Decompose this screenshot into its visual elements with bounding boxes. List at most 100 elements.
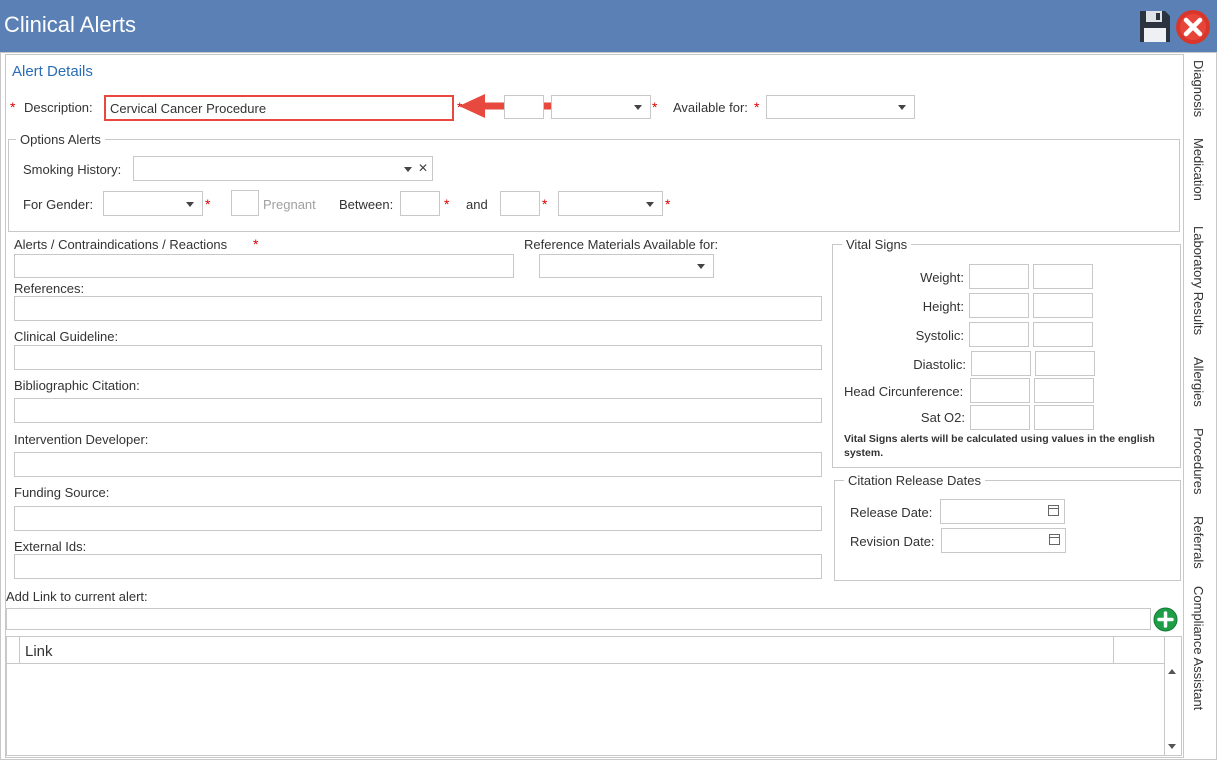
bibliographic-citation-label: Bibliographic Citation: (14, 378, 140, 393)
systolic-label: Systolic: (915, 328, 964, 343)
vital-signs-note: Vital Signs alerts will be calculated us… (844, 433, 1155, 459)
chevron-down-icon (404, 167, 412, 172)
options-alerts-legend: Options Alerts (16, 132, 105, 147)
systolic-max-input[interactable] (1033, 322, 1093, 347)
clinical-guideline-input[interactable] (14, 345, 822, 370)
and-label: and (466, 197, 488, 212)
options-alerts-group (8, 139, 1180, 232)
head-circumference-max-input[interactable] (1034, 378, 1094, 403)
tab-referrals[interactable]: Referrals (1183, 516, 1215, 576)
revision-date-input[interactable] (941, 528, 1066, 553)
reference-materials-label: Reference Materials Available for: (524, 237, 719, 252)
weight-label: Weight: (920, 270, 964, 285)
save-icon[interactable] (1138, 9, 1172, 44)
sat-o2-label: Sat O2: (920, 410, 965, 425)
link-input[interactable] (6, 608, 1151, 630)
required-marker: * (10, 99, 16, 115)
tab-allergies[interactable]: Allergies (1183, 357, 1215, 417)
unit-input[interactable] (504, 95, 544, 119)
required-marker: * (754, 99, 760, 115)
tab-compliance-assistant[interactable]: Compliance Assistant (1183, 586, 1215, 726)
grid-divider (1113, 637, 1114, 663)
release-date-label: Release Date: (850, 505, 933, 520)
alerts-label: Alerts / Contraindications / Reactions (14, 237, 228, 252)
grid-divider (1164, 637, 1165, 755)
diastolic-min-input[interactable] (971, 351, 1031, 376)
external-ids-input[interactable] (14, 554, 822, 579)
link-column-header[interactable]: Link (25, 643, 53, 660)
gender-select[interactable] (103, 191, 203, 216)
height-min-input[interactable] (969, 293, 1029, 318)
window-title: Clinical Alerts (4, 12, 137, 37)
pregnant-label: Pregnant (263, 197, 316, 212)
sat-o2-max-input[interactable] (1034, 405, 1094, 430)
weight-max-input[interactable] (1033, 264, 1093, 289)
tab-laboratory-results-label: Laboratory Results (1191, 226, 1206, 336)
age-unit-select[interactable] (558, 191, 663, 216)
alerts-input[interactable] (14, 254, 514, 278)
tab-medication-label: Medication (1191, 138, 1206, 201)
close-icon[interactable] (1175, 9, 1211, 45)
calendar-icon[interactable] (1049, 534, 1060, 545)
funding-source-label: Funding Source: (14, 485, 110, 500)
sat-o2-min-input[interactable] (970, 405, 1030, 430)
add-link-icon[interactable] (1153, 607, 1178, 632)
add-link-label: Add Link to current alert: (6, 589, 148, 604)
link-grid-header (7, 637, 1164, 664)
funding-source-input[interactable] (14, 506, 822, 531)
grid-divider (19, 637, 20, 663)
required-marker: * (652, 99, 658, 115)
tab-referrals-label: Referrals (1191, 516, 1206, 569)
tab-laboratory-results[interactable]: Laboratory Results (1183, 226, 1215, 346)
age-to-input[interactable] (500, 191, 540, 216)
vital-signs-legend: Vital Signs (842, 237, 912, 252)
description-label: Description: (24, 100, 93, 115)
height-label: Height: (922, 299, 964, 314)
height-max-input[interactable] (1033, 293, 1093, 318)
references-input[interactable] (14, 296, 822, 321)
required-marker: * (205, 196, 211, 212)
pregnant-checkbox[interactable] (231, 190, 259, 216)
intervention-developer-input[interactable] (14, 452, 822, 477)
bibliographic-citation-input[interactable] (14, 398, 822, 423)
weight-min-input[interactable] (969, 264, 1029, 289)
diastolic-max-input[interactable] (1035, 351, 1095, 376)
clinical-guideline-label: Clinical Guideline: (14, 329, 119, 344)
revision-date-label: Revision Date: (850, 534, 935, 549)
between-label: Between: (339, 197, 394, 212)
smoking-history-label: Smoking History: (23, 162, 122, 177)
title-bar (0, 0, 1217, 52)
smoking-history-select[interactable]: ✕ (133, 156, 433, 181)
tab-procedures-label: Procedures (1191, 428, 1206, 495)
scroll-up-icon[interactable] (1168, 669, 1176, 674)
references-label: References: (14, 281, 85, 296)
age-from-input[interactable] (400, 191, 440, 216)
tab-diagnosis-label: Diagnosis (1191, 60, 1206, 118)
unit-select[interactable] (551, 95, 651, 119)
tab-compliance-assistant-label: Compliance Assistant (1191, 586, 1206, 711)
tab-allergies-label: Allergies (1191, 357, 1206, 407)
description-input[interactable]: Cervical Cancer Procedure (104, 95, 454, 121)
release-date-input[interactable] (940, 499, 1065, 524)
for-gender-label: For Gender: (23, 197, 94, 212)
tab-medication[interactable]: Medication (1183, 138, 1215, 213)
external-ids-label: External Ids: (14, 539, 87, 554)
required-marker: * (542, 196, 548, 212)
head-circumference-min-input[interactable] (970, 378, 1030, 403)
intervention-developer-label: Intervention Developer: (14, 432, 149, 447)
head-circumference-label: Head Circunference: (844, 384, 964, 399)
required-marker: * (444, 196, 450, 212)
available-for-label: Available for: (673, 100, 748, 115)
available-for-select[interactable] (766, 95, 915, 119)
alert-details-heading: Alert Details (12, 63, 93, 80)
citation-release-legend: Citation Release Dates (844, 473, 985, 488)
required-marker: * (665, 196, 671, 212)
calendar-icon[interactable] (1048, 505, 1059, 516)
required-marker: * (253, 236, 259, 252)
systolic-min-input[interactable] (969, 322, 1029, 347)
clear-icon[interactable]: ✕ (418, 161, 428, 175)
tab-procedures[interactable]: Procedures (1183, 428, 1215, 503)
scroll-down-icon[interactable] (1168, 744, 1176, 749)
reference-materials-select[interactable] (539, 254, 714, 278)
tab-diagnosis[interactable]: Diagnosis (1183, 60, 1215, 125)
